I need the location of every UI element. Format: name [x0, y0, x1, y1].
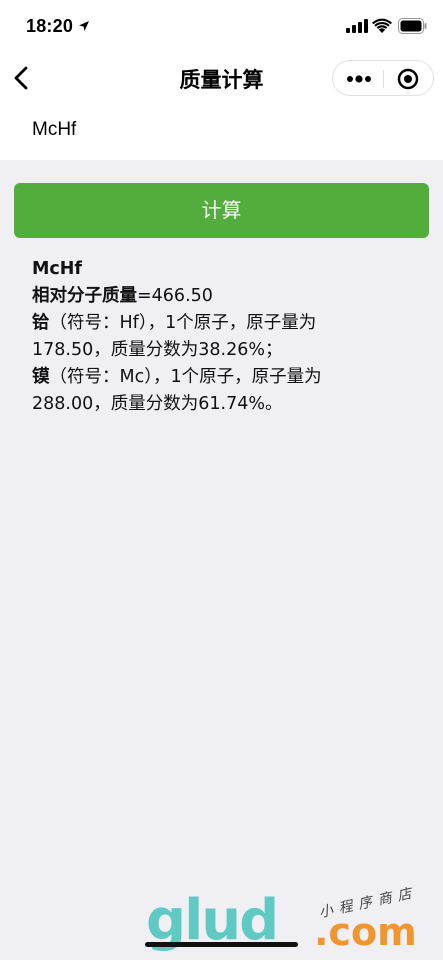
capsule-divider: [383, 70, 384, 88]
element-hf-line: 铪（符号：Hf），1个原子，原子量为: [32, 310, 422, 337]
top-header: 18:20 质量计算: [0, 0, 443, 160]
molecular-mass-line: 相对分子质量=466.50: [32, 283, 422, 310]
status-time: 18:20: [26, 16, 74, 36]
battery-icon: [398, 18, 427, 34]
formula-input[interactable]: [32, 112, 412, 148]
element-mc-fraction: 288.00，质量分数为61.74%。: [32, 394, 283, 414]
cellular-signal-icon: [346, 19, 368, 33]
wifi-icon: [372, 18, 392, 33]
element-hf-detail: （符号：Hf），1个原子，原子量为: [49, 313, 317, 333]
navigation-bar: 质量计算: [0, 54, 443, 100]
element-mc-line: 镆（符号：Mc），1个原子，原子量为: [32, 364, 422, 391]
location-arrow-icon: [79, 21, 89, 31]
status-bar: 18:20: [0, 0, 443, 54]
more-dots-icon[interactable]: [345, 70, 373, 88]
mini-program-capsule: [332, 60, 434, 96]
element-hf-name: 铪: [32, 313, 50, 333]
molecular-mass-label: 相对分子质量: [32, 286, 137, 306]
element-hf-fraction: 178.50，质量分数为38.26%；: [32, 340, 283, 360]
watermark-dotcom: .com: [314, 910, 417, 954]
molecular-mass-value: =466.50: [137, 286, 213, 306]
home-indicator[interactable]: [145, 942, 298, 947]
result-formula: McHf: [32, 259, 83, 279]
watermark-logo: glud 小程序商店 .com: [146, 885, 436, 958]
close-mini-program-icon[interactable]: [396, 67, 420, 91]
element-mc-detail: （符号：Mc），1个原子，原子量为: [49, 367, 322, 387]
element-mc-name: 镆: [32, 367, 50, 387]
calculate-button[interactable]: 计算: [14, 183, 429, 238]
result-panel: McHf 相对分子质量=466.50 铪（符号：Hf），1个原子，原子量为 17…: [32, 256, 422, 418]
